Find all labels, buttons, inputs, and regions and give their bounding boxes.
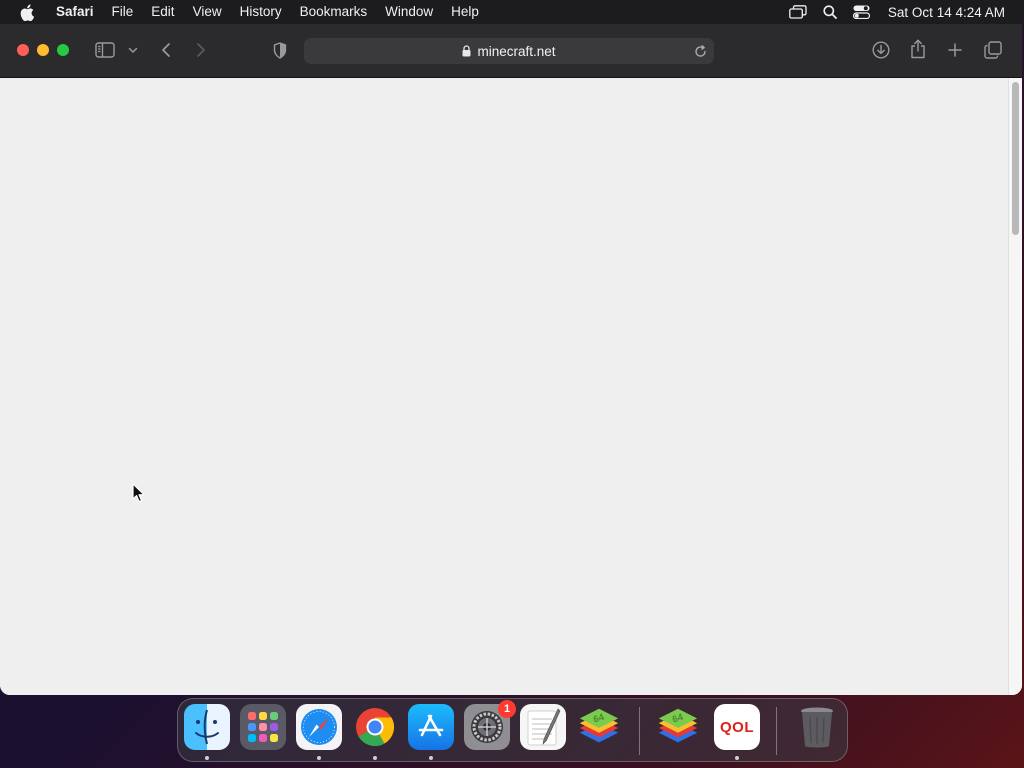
- address-bar[interactable]: minecraft.net: [304, 38, 714, 64]
- dock-separator: [776, 707, 777, 755]
- minimize-window-button[interactable]: [37, 44, 49, 56]
- browser-toolbar: minecraft.net: [0, 24, 1022, 78]
- textedit-icon[interactable]: [520, 704, 566, 750]
- mouse-pointer-icon: [132, 483, 146, 503]
- apple-logo-icon[interactable]: [17, 2, 37, 22]
- scrollbar-thumb[interactable]: [1012, 82, 1019, 235]
- launchpad-icon[interactable]: [240, 704, 286, 750]
- safari-app-icon[interactable]: [296, 704, 342, 760]
- safari-window: minecraft.net: [0, 24, 1022, 695]
- menu-window[interactable]: Window: [376, 0, 442, 24]
- trash-icon[interactable]: [794, 704, 840, 750]
- qol-label: QOL: [720, 718, 754, 736]
- running-indicator: [317, 756, 321, 760]
- notification-badge: 1: [498, 700, 516, 718]
- spotlight-search-icon[interactable]: [819, 1, 841, 23]
- url-text[interactable]: minecraft.net: [477, 44, 555, 59]
- menu-clock[interactable]: Sat Oct 14 4:24 AM: [888, 5, 1005, 20]
- running-indicator: [205, 756, 209, 760]
- reload-icon[interactable]: [692, 43, 708, 59]
- dock: 1 64 64 QOL: [177, 698, 848, 762]
- system-settings-icon[interactable]: 1: [464, 700, 516, 750]
- menu-file[interactable]: File: [103, 0, 143, 24]
- menu-app-name[interactable]: Safari: [51, 0, 103, 24]
- running-indicator: [373, 756, 377, 760]
- share-icon[interactable]: [909, 38, 927, 60]
- chrome-icon[interactable]: [352, 704, 398, 760]
- dock-separator: [639, 707, 640, 755]
- screen-mirroring-icon[interactable]: [787, 1, 809, 23]
- download-icon[interactable]: [871, 40, 891, 60]
- forward-icon[interactable]: [194, 41, 208, 59]
- web-content-area[interactable]: [0, 78, 1022, 695]
- menu-edit[interactable]: Edit: [142, 0, 183, 24]
- menu-bookmarks[interactable]: Bookmarks: [291, 0, 377, 24]
- sidebar-icon[interactable]: [94, 41, 116, 59]
- back-icon[interactable]: [159, 41, 173, 59]
- menu-help[interactable]: Help: [442, 0, 488, 24]
- vertical-scrollbar[interactable]: [1008, 78, 1022, 695]
- bluestacks-icon[interactable]: 64: [576, 704, 622, 750]
- lock-icon: [462, 45, 472, 57]
- menu-history[interactable]: History: [231, 0, 291, 24]
- menu-view[interactable]: View: [184, 0, 231, 24]
- menu-bar: Safari File Edit View History Bookmarks …: [0, 0, 1024, 24]
- bluestacks-icon[interactable]: 64: [655, 704, 701, 750]
- app-store-icon[interactable]: [408, 704, 454, 760]
- control-center-icon[interactable]: [851, 1, 873, 23]
- maximize-window-button[interactable]: [57, 44, 69, 56]
- finder-icon[interactable]: [184, 704, 230, 760]
- qol-app-icon[interactable]: QOL: [714, 704, 760, 760]
- tab-overview-icon[interactable]: [983, 40, 1003, 60]
- close-window-button[interactable]: [17, 44, 29, 56]
- chevron-down-icon[interactable]: [127, 45, 139, 55]
- privacy-shield-icon[interactable]: [271, 41, 289, 59]
- new-tab-icon[interactable]: [946, 41, 964, 59]
- running-indicator: [429, 756, 433, 760]
- running-indicator: [735, 756, 739, 760]
